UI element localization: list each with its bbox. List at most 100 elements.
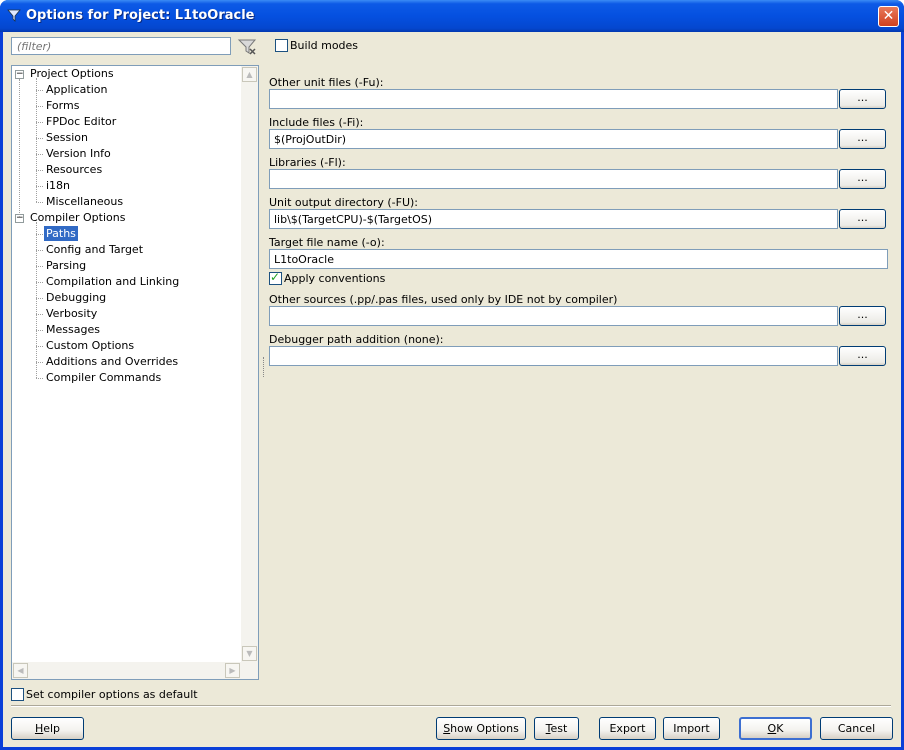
ok-mnemonic: O: [767, 722, 777, 735]
tree-group[interactable]: Compiler Options: [28, 210, 127, 226]
test-label: est: [550, 722, 568, 735]
help-label: elp: [43, 722, 61, 735]
tree-item-label: Compilation and Linking: [46, 275, 180, 288]
tree-group[interactable]: Project Options: [28, 66, 116, 82]
help-mnemonic: H: [34, 722, 44, 735]
collapse-icon[interactable]: −: [15, 70, 24, 79]
tree-item[interactable]: Forms: [44, 98, 81, 114]
tree-connector: [36, 170, 43, 171]
filter-clear-icon[interactable]: [236, 37, 258, 57]
set-default-checkbox[interactable]: [11, 688, 24, 701]
dialog-client-area: ▲ ▼ ◀ ▶ −Project Options Application Forms…: [3, 32, 901, 747]
show-options-button[interactable]: Show Options: [436, 717, 526, 740]
include-files-browse-button[interactable]: ...: [839, 129, 886, 149]
help-button[interactable]: Help: [11, 717, 84, 740]
title-bar[interactable]: Options for Project: L1toOracle ✕: [0, 0, 904, 32]
libraries-field[interactable]: [269, 169, 838, 189]
export-button[interactable]: Export: [599, 717, 656, 740]
tree-connector: [36, 362, 43, 363]
debugger-path-browse-button[interactable]: ...: [839, 346, 886, 366]
libraries-label: Libraries (-Fl):: [269, 156, 346, 169]
options-dialog: Options for Project: L1toOracle ✕ ▲ ▼ ◀ …: [0, 0, 904, 750]
tree-connector: [36, 154, 43, 155]
tree-connector: [36, 298, 43, 299]
tree-item[interactable]: Application: [44, 82, 109, 98]
other-sources-field[interactable]: [269, 306, 838, 326]
tree-item-label: Messages: [46, 323, 100, 336]
tree-item[interactable]: Session: [44, 130, 90, 146]
splitter-handle[interactable]: [263, 357, 266, 377]
tree-item[interactable]: Miscellaneous: [44, 194, 125, 210]
apply-conventions-checkbox[interactable]: [269, 270, 282, 285]
tree-horizontal-scrollbar[interactable]: ◀ ▶: [12, 662, 242, 679]
tree-item[interactable]: FPDoc Editor: [44, 114, 118, 130]
unit-output-dir-browse-button[interactable]: ...: [839, 209, 886, 229]
cancel-button[interactable]: Cancel: [820, 717, 893, 740]
scroll-up-icon[interactable]: ▲: [242, 67, 257, 82]
tree-item-label: Resources: [46, 163, 103, 176]
tree-item-label: Parsing: [46, 259, 87, 272]
tree-item-label: Forms: [46, 99, 80, 112]
tree-item-label: i18n: [46, 179, 71, 192]
other-unit-files-label: Other unit files (-Fu):: [269, 76, 384, 89]
tree-item[interactable]: Messages: [44, 322, 102, 338]
window-title: Options for Project: L1toOracle: [26, 8, 255, 23]
tree-connector: [36, 138, 43, 139]
debugger-path-field[interactable]: [269, 346, 838, 366]
tree-vertical-scrollbar[interactable]: ▲ ▼: [241, 66, 258, 679]
footer-divider: [11, 705, 891, 707]
tree-connector: [36, 234, 43, 235]
target-file-name-field[interactable]: L1toOracle: [269, 249, 888, 269]
tree-item-label: Custom Options: [46, 339, 135, 352]
build-modes-checkbox[interactable]: [275, 39, 288, 52]
tree-item-label: Application: [46, 83, 108, 96]
tree-connector: [36, 186, 43, 187]
unit-output-dir-field[interactable]: lib\$(TargetCPU)-$(TargetOS): [269, 209, 838, 229]
other-unit-files-field[interactable]: [269, 89, 838, 109]
tree-connector: [36, 122, 43, 123]
target-file-name-label: Target file name (-o):: [269, 236, 385, 249]
tree-connector: [36, 346, 43, 347]
export-label: Export: [609, 722, 646, 735]
test-button[interactable]: Test: [534, 717, 579, 740]
tree-item[interactable]: Compiler Commands: [44, 370, 163, 386]
scroll-down-icon[interactable]: ▼: [242, 646, 257, 661]
tree-item[interactable]: Config and Target: [44, 242, 145, 258]
scroll-left-icon[interactable]: ◀: [13, 663, 28, 678]
tree-item-label: Debugging: [46, 291, 107, 304]
tree-item[interactable]: Resources: [44, 162, 104, 178]
other-unit-files-browse-button[interactable]: ...: [839, 89, 886, 109]
import-label: Import: [673, 722, 710, 735]
other-sources-label: Other sources (.pp/.pas files, used only…: [269, 293, 618, 306]
tree-item[interactable]: Parsing: [44, 258, 88, 274]
tree-item[interactable]: Additions and Overrides: [44, 354, 180, 370]
tree-item[interactable]: Verbosity: [44, 306, 99, 322]
tree-item[interactable]: Debugging: [44, 290, 108, 306]
tree-connector: [36, 250, 43, 251]
debugger-path-label: Debugger path addition (none):: [269, 333, 444, 346]
ok-label: K: [776, 722, 784, 735]
tree-item-label: Additions and Overrides: [46, 355, 179, 368]
tree-connector: [36, 202, 43, 203]
tree-item[interactable]: Compilation and Linking: [44, 274, 181, 290]
tree-item-label: Miscellaneous: [46, 195, 124, 208]
ok-button[interactable]: OK: [739, 717, 812, 740]
scroll-right-icon[interactable]: ▶: [225, 663, 240, 678]
other-sources-browse-button[interactable]: ...: [839, 306, 886, 326]
import-button[interactable]: Import: [663, 717, 720, 740]
tree-connector: [36, 314, 43, 315]
options-tree[interactable]: ▲ ▼ ◀ ▶ − Project Options Application Forms…: [11, 65, 259, 680]
include-files-field[interactable]: $(ProjOutDir): [269, 129, 838, 149]
tree-item[interactable]: Version Info: [44, 146, 113, 162]
tree-item[interactable]: i18n: [44, 178, 72, 194]
tree-item-label: FPDoc Editor: [46, 115, 117, 128]
tree-connector: [36, 78, 37, 202]
tree-item[interactable]: Custom Options: [44, 338, 136, 354]
show-options-label: how Options: [450, 722, 519, 735]
close-button[interactable]: ✕: [878, 6, 899, 27]
tree-item[interactable]: Paths: [44, 226, 78, 242]
tree-item-label: Verbosity: [46, 307, 98, 320]
filter-input[interactable]: [11, 37, 231, 55]
libraries-browse-button[interactable]: ...: [839, 169, 886, 189]
tree-item-label: Paths: [44, 226, 78, 241]
